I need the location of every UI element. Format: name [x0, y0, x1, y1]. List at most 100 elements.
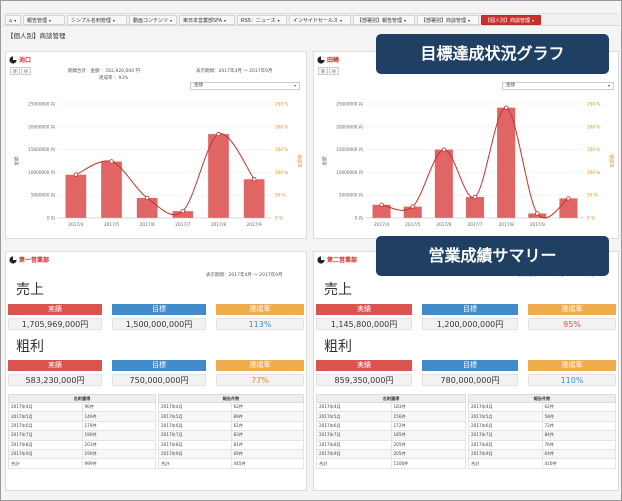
page-title: 【個人別】商談管理 — [7, 32, 66, 40]
table-view-button[interactable]: ▤ — [329, 67, 339, 75]
department-name: 第二営業部 — [327, 257, 358, 264]
metric-select[interactable]: 金額 ▾ — [502, 82, 614, 90]
table-row: 2017年9月 69件 — [158, 448, 304, 460]
report-count-table: 報告件数 2017年4月 62件 2017年5月 89件 2017年6月 61件 2017年7… — [158, 394, 304, 469]
chart-panel-ikeguchi: 池口 ▥ ▤ 期間合計 金額 ：562,920,000 円 達成率 ：93% 表示… — [5, 51, 307, 276]
summary-panel-dept2: 第二営業部 表示期間：2017年4月 ～ 2017年9月 売上 実績 目標 達成… — [313, 251, 619, 491]
table-row: 合計 445件 — [158, 458, 304, 469]
x-tick-label: 2017/9 — [247, 222, 262, 228]
chart-ikeguchi: 0 円 5000000 円 10000000 円 15000000 円 20000000… — [13, 102, 303, 229]
count-cell: 62件 — [230, 401, 304, 413]
metric-select[interactable]: 金額 ▾ — [190, 82, 300, 90]
count-cell: 185件 — [390, 430, 466, 441]
month-cell: 2017年6月 — [468, 420, 543, 432]
home-icon: ⌂ — [9, 18, 13, 24]
y2-tick-label: 150 % — [587, 147, 600, 152]
pie-chart-icon — [317, 55, 325, 64]
count-cell: 1106件 — [390, 458, 466, 469]
count-cell: 190件 — [81, 448, 156, 460]
rate-point — [441, 147, 447, 152]
table-view-button[interactable]: ▤ — [21, 67, 31, 75]
header-rate: 達成率 — [528, 360, 616, 371]
nav-item-cards[interactable]: シンプル名刺管理 ▾ — [67, 15, 127, 25]
table-row: 2017年6月 72件 — [468, 420, 616, 432]
bar — [136, 197, 158, 218]
sales-label: 売上 — [16, 282, 44, 298]
y2-tick-label: 0 % — [587, 216, 595, 221]
display-period: 表示期間：2017年4月 ～ 2017年9月 — [206, 273, 283, 278]
month-cell: 2017年9月 — [158, 448, 232, 460]
chart-view-button[interactable]: ▥ — [318, 67, 328, 75]
sales-actual: 1,145,800,000円 — [316, 318, 412, 330]
y-tick-label: 15000000 円 — [28, 147, 55, 153]
y-tick-label: 20000000 円 — [336, 124, 363, 130]
y2-axis-label: 達成率 — [296, 154, 303, 168]
x-tick-label: 2017/8 — [211, 222, 226, 228]
pie-chart-icon — [9, 55, 17, 64]
profit-rate: 77% — [216, 374, 304, 386]
table-row: 2017年7月 185件 — [316, 430, 466, 441]
profit-target: 750,000,000円 — [112, 374, 206, 386]
sales-rate: 95% — [528, 318, 616, 330]
month-cell: 2017年7月 — [8, 430, 83, 441]
panel-header: 第二営業部 — [317, 255, 357, 265]
y2-axis-label: 達成率 — [608, 154, 615, 168]
panel-header: 池口 — [9, 55, 31, 65]
count-cell: 61件 — [230, 420, 304, 432]
y2-tick-label: 50 % — [587, 193, 598, 198]
rate-point — [144, 195, 150, 201]
x-tick-label: 2017/8 — [499, 222, 514, 228]
count-cell: 83件 — [230, 430, 304, 441]
month-cell: 2017年7月 — [158, 430, 232, 441]
month-cell: 2017年9月 — [468, 448, 543, 460]
table-row: 2017年5月 149件 — [8, 411, 156, 422]
y-tick-label: 5000000 円 — [31, 193, 55, 199]
profit-label: 粗利 — [324, 339, 352, 355]
app-window: ⌂ ▾ 報告管理 ▾ シンプル名刺管理 ▾ 動画コンテンツ ▾ 東日本営業部SFA ▾ R… — [0, 0, 622, 501]
header-rate: 達成率 — [528, 304, 616, 315]
panel-header: 田崎 — [317, 55, 339, 65]
month-cell: 2017年6月 — [158, 420, 232, 432]
month-cell: 2017年8月 — [8, 439, 83, 450]
count-cell: 81件 — [230, 439, 304, 450]
rate-point — [180, 208, 186, 214]
y-axis-label: 金額 — [13, 156, 20, 165]
y2-tick-label: 0 % — [275, 216, 283, 221]
count-cell: 90件 — [81, 401, 156, 413]
header-rate: 達成率 — [216, 360, 304, 371]
chart-view-button[interactable]: ▥ — [10, 67, 20, 75]
count-cell: 179件 — [81, 420, 156, 432]
chart-panel-tasaki: 田崎 ▥ ▤ 金額 ▾ 0 円 5000000 円 10000000 円 15000000… — [313, 51, 619, 276]
x-tick-label: 2017/5 — [405, 222, 420, 228]
y2-tick-label: 100 % — [275, 170, 288, 175]
month-cell: 2017年4月 — [468, 401, 543, 413]
header-target: 目標 — [112, 360, 206, 371]
nav-item-personal-deals[interactable]: 【個人別】商談管理 ▾ — [481, 15, 541, 25]
rate-point — [535, 211, 540, 216]
nav-item-video[interactable]: 動画コンテンツ ▾ — [129, 15, 177, 25]
month-cell: 2017年4月 — [158, 401, 232, 413]
nav-item-report[interactable]: 報告管理 ▾ — [23, 15, 65, 25]
y2-tick-label: 100 % — [587, 170, 600, 175]
table-row: 2017年4月 62件 — [158, 401, 304, 413]
report-count-table: 報告件数 2017年4月 62件 2017年5月 58件 2017年6月 72件 2017年7… — [468, 394, 616, 469]
bar — [434, 149, 453, 218]
nav-item-sfa[interactable]: 東日本営業部SFA ▾ — [179, 15, 235, 25]
bar — [208, 134, 229, 218]
month-cell: 合計 — [8, 458, 83, 469]
nav-item-inside-sales[interactable]: インサイドセールス ▾ — [289, 15, 351, 25]
month-cell: 2017年5月 — [158, 411, 232, 422]
nav-home[interactable]: ⌂ ▾ — [5, 15, 21, 25]
count-cell: 72件 — [541, 420, 616, 432]
table-row: 2017年8月 201件 — [8, 439, 156, 450]
nav-item-dept-report[interactable]: 【部署別】報告管理 ▾ — [353, 15, 415, 25]
rate-point — [503, 105, 509, 110]
profit-actual: 859,350,000円 — [316, 374, 412, 386]
table-row: 2017年9月 64件 — [468, 448, 616, 460]
nav-item-dept-deals[interactable]: 【部署別】商談管理 ▾ — [417, 15, 479, 25]
table-row: 2017年6月 172件 — [316, 420, 466, 432]
nav-item-rss[interactable]: RSS：ニュース ▾ — [237, 15, 287, 25]
y-tick-label: 25000000 円 — [336, 102, 363, 108]
x-tick-label: 2017/5 — [104, 222, 119, 228]
table-row: 2017年4月 90件 — [8, 401, 156, 413]
